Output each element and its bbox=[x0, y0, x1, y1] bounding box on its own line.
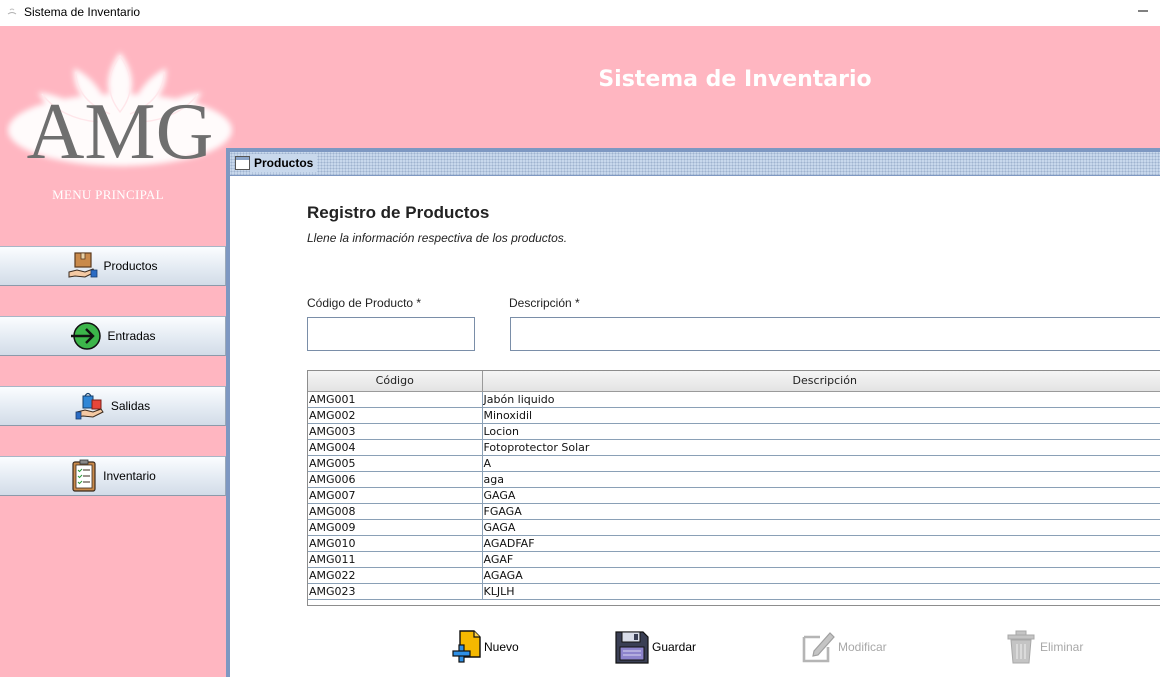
form-title: Registro de Productos bbox=[307, 203, 490, 222]
column-header-description[interactable]: Descripción bbox=[482, 371, 1160, 392]
table-row[interactable]: AMG023 KLJLH bbox=[308, 583, 1160, 600]
cell-description[interactable]: Locion bbox=[482, 423, 1160, 440]
cell-description[interactable]: Jabón liquido bbox=[482, 391, 1160, 408]
cell-code[interactable]: AMG010 bbox=[308, 535, 483, 552]
table-row[interactable]: AMG003 Locion bbox=[308, 423, 1160, 440]
bag-hand-icon bbox=[75, 392, 104, 420]
cell-code[interactable]: AMG002 bbox=[308, 407, 483, 424]
cell-code[interactable]: AMG008 bbox=[308, 503, 483, 520]
checklist-icon bbox=[72, 459, 96, 492]
products-table[interactable]: Código Descripción AMG001 Jabón liquido AM… bbox=[307, 370, 1160, 606]
code-field-label: Código de Producto * bbox=[307, 296, 422, 310]
cell-description[interactable]: KLJLH bbox=[482, 583, 1160, 600]
minimize-icon[interactable] bbox=[1134, 2, 1152, 20]
menu-inventario-label: Inventario bbox=[103, 469, 156, 483]
cell-description[interactable]: AGAGA bbox=[482, 567, 1160, 584]
menu-salidas-button[interactable]: Salidas bbox=[0, 386, 226, 426]
app-heading: Sistema de Inventario bbox=[598, 67, 872, 92]
cell-description[interactable]: aga bbox=[482, 471, 1160, 488]
table-row[interactable]: AMG007 GAGA bbox=[308, 487, 1160, 504]
menu-productos-label: Productos bbox=[103, 259, 158, 273]
cell-description[interactable]: A bbox=[482, 455, 1160, 472]
table-row[interactable]: AMG009 GAGA bbox=[308, 519, 1160, 536]
edit-pencil-icon bbox=[802, 632, 835, 663]
cell-code[interactable]: AMG023 bbox=[308, 583, 483, 600]
column-header-code[interactable]: Código bbox=[308, 371, 483, 392]
table-row[interactable]: AMG022 AGAGA bbox=[308, 567, 1160, 584]
cell-description[interactable]: GAGA bbox=[482, 487, 1160, 504]
menu-salidas-label: Salidas bbox=[110, 399, 151, 413]
table-row[interactable]: AMG010 AGADFAF bbox=[308, 535, 1160, 552]
description-input[interactable] bbox=[510, 317, 1160, 351]
trash-icon bbox=[1007, 630, 1035, 664]
table-row[interactable]: AMG001 Jabón liquido bbox=[308, 391, 1160, 408]
edit-button[interactable]: Modificar bbox=[800, 628, 887, 666]
menu-entradas-label: Entradas bbox=[107, 329, 156, 343]
new-button[interactable]: Nuevo bbox=[450, 628, 519, 666]
amg-logo: AMG bbox=[8, 52, 232, 174]
menu-entradas-button[interactable]: Entradas bbox=[0, 316, 226, 356]
cell-code[interactable]: AMG007 bbox=[308, 487, 483, 504]
cell-description[interactable]: AGADFAF bbox=[482, 535, 1160, 552]
table-row[interactable]: AMG006 aga bbox=[308, 471, 1160, 488]
table-body: AMG001 Jabón liquido AMG002 Minoxidil AMG003… bbox=[308, 391, 1160, 600]
arrow-enter-icon bbox=[71, 322, 102, 350]
internal-frame-titlebar[interactable]: Productos bbox=[230, 152, 1160, 176]
cell-code[interactable]: AMG009 bbox=[308, 519, 483, 536]
logo-text: AMG bbox=[27, 88, 214, 174]
window-titlebar: Sistema de Inventario bbox=[0, 0, 1160, 26]
new-label: Nuevo bbox=[484, 640, 519, 654]
new-file-icon bbox=[452, 630, 481, 663]
delete-button[interactable]: Eliminar bbox=[1004, 628, 1083, 666]
window-icon bbox=[235, 156, 250, 170]
cell-code[interactable]: AMG006 bbox=[308, 471, 483, 488]
description-field-label: Descripción * bbox=[509, 296, 580, 310]
save-label: Guardar bbox=[652, 640, 697, 654]
internal-frame-title: Productos bbox=[250, 154, 318, 172]
box-hand-icon bbox=[68, 252, 98, 278]
menu-inventario-button[interactable]: Inventario bbox=[0, 456, 226, 496]
form-subtitle: Llene la información respectiva de los p… bbox=[307, 231, 568, 245]
cell-description[interactable]: Minoxidil bbox=[482, 407, 1160, 424]
cell-code[interactable]: AMG004 bbox=[308, 439, 483, 456]
delete-label: Eliminar bbox=[1040, 640, 1084, 654]
table-row[interactable]: AMG005 A bbox=[308, 455, 1160, 472]
menu-productos-button[interactable]: Productos bbox=[0, 246, 226, 286]
table-row[interactable]: AMG011 AGAF bbox=[308, 551, 1160, 568]
menu-title: MENU PRINCIPAL bbox=[52, 187, 164, 202]
table-row[interactable]: AMG008 FGAGA bbox=[308, 503, 1160, 520]
cell-code[interactable]: AMG003 bbox=[308, 423, 483, 440]
edit-label: Modificar bbox=[838, 640, 887, 654]
cell-code[interactable]: AMG005 bbox=[308, 455, 483, 472]
table-header-row: Código Descripción bbox=[308, 371, 1160, 392]
java-app-icon bbox=[7, 8, 17, 15]
cell-code[interactable]: AMG022 bbox=[308, 567, 483, 584]
table-row[interactable]: AMG004 Fotoprotector Solar bbox=[308, 439, 1160, 456]
cell-code[interactable]: AMG001 bbox=[308, 391, 483, 408]
floppy-disk-icon bbox=[615, 631, 649, 664]
cell-code[interactable]: AMG011 bbox=[308, 551, 483, 568]
cell-description[interactable]: FGAGA bbox=[482, 503, 1160, 520]
cell-description[interactable]: Fotoprotector Solar bbox=[482, 439, 1160, 456]
cell-description[interactable]: AGAF bbox=[482, 551, 1160, 568]
save-button[interactable]: Guardar bbox=[614, 628, 696, 666]
code-input[interactable] bbox=[307, 317, 475, 351]
window-title: Sistema de Inventario bbox=[24, 5, 141, 19]
cell-description[interactable]: GAGA bbox=[482, 519, 1160, 536]
table-row[interactable]: AMG002 Minoxidil bbox=[308, 407, 1160, 424]
